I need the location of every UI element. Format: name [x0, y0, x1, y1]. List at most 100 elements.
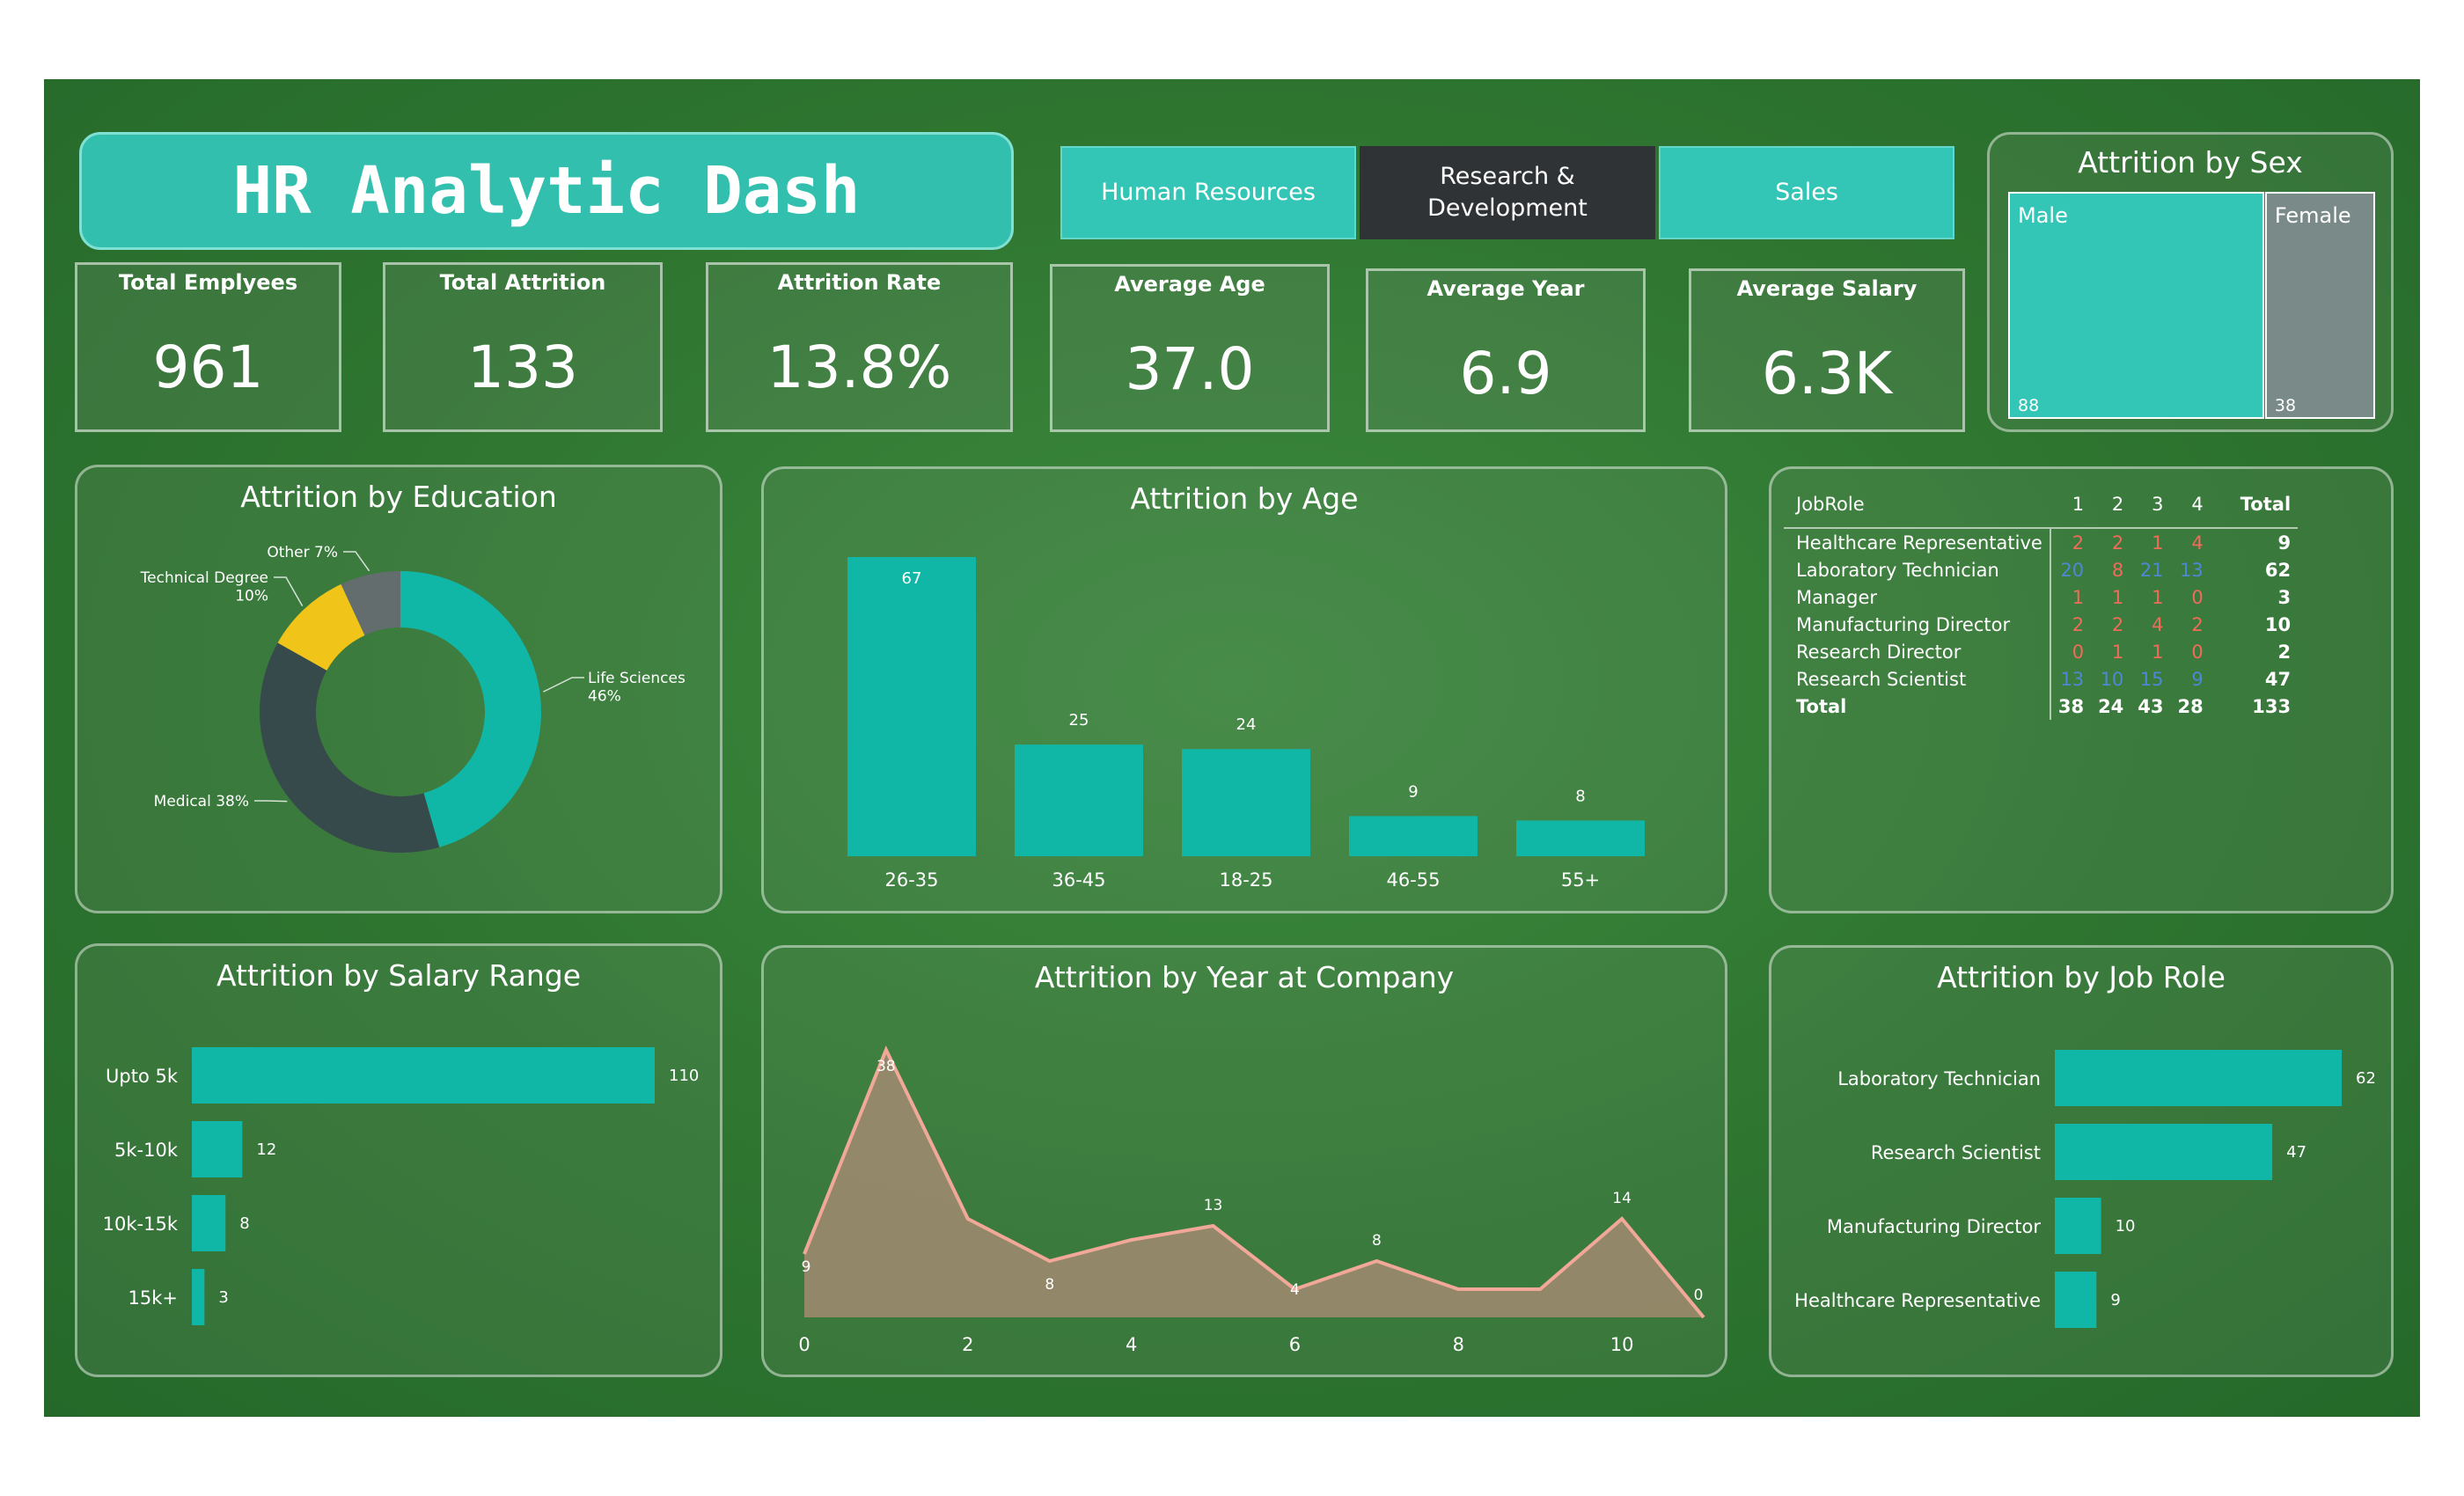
matrix-cell: 0 — [2191, 641, 2204, 663]
matrix-row: Research Scientist 13 10 15 9 47 — [1784, 665, 2298, 693]
salary-chart-card: Attrition by Salary Range 110 Upto 5k 12 5k… — [75, 943, 722, 1377]
sex-tile-value: 88 — [2018, 396, 2039, 415]
kpi-label: Attrition Rate — [777, 270, 942, 295]
kpi-card-total-employees: Total Emplyees 961 — [75, 262, 341, 432]
age-tick-label: 46-55 — [1386, 869, 1440, 891]
age-bar — [1015, 744, 1143, 856]
kpi-label: Total Attrition — [439, 270, 606, 295]
matrix-cell: 1 — [2152, 532, 2164, 554]
sex-chart-card: Attrition by Sex Male 88 Female 38 — [1987, 132, 2394, 432]
year-point-label: 13 — [1204, 1197, 1223, 1214]
matrix-cell: 1 — [2152, 586, 2164, 608]
donut-label: Technical Degree 10% — [140, 569, 268, 605]
salary-category-label: 5k-10k — [114, 1140, 179, 1161]
matrix-header-cell: 3 — [2130, 487, 2171, 529]
donut-leader-line — [254, 800, 288, 803]
age-tick-label: 36-45 — [1052, 869, 1105, 891]
matrix-cell: 2 — [2191, 613, 2204, 635]
kpi-label: Average Age — [1114, 272, 1265, 297]
matrix-cell: 2 — [2072, 532, 2085, 554]
matrix-cell: 4 — [2152, 613, 2164, 635]
age-bar-value: 25 — [1069, 711, 1089, 730]
age-bar-chart: 67 26-35 25 36-45 24 18-25 9 46-55 8 55+ — [847, 557, 1645, 891]
matrix-header-cell: 4 — [2170, 487, 2211, 529]
jobrole-category-label: Research Scientist — [1871, 1142, 2041, 1163]
matrix-cell: 1 — [2111, 586, 2124, 608]
matrix-cell: 21 — [2139, 559, 2164, 581]
sex-tile-value: 38 — [2275, 396, 2296, 415]
salary-bar — [192, 1195, 226, 1251]
year-tick-label: 4 — [1126, 1334, 1137, 1355]
jobrole-matrix-card: JobRole 1 2 3 4 Total Healthcare Representativ… — [1769, 466, 2394, 913]
matrix-cell: 38 — [2057, 695, 2085, 717]
sex-tile-label: Female — [2275, 203, 2351, 228]
year-point-label: 8 — [1045, 1276, 1054, 1294]
jobrole-category-label: Healthcare Representative — [1794, 1290, 2041, 1311]
salary-value: 110 — [669, 1067, 699, 1085]
kpi-label: Average Year — [1426, 276, 1585, 301]
matrix-cell: 0 — [2072, 641, 2085, 663]
kpi-card-average-salary: Average Salary 6.3K — [1689, 268, 1965, 432]
matrix-cell: 0 — [2191, 586, 2204, 608]
matrix-cell: 8 — [2111, 559, 2124, 581]
age-bar — [847, 557, 976, 856]
matrix-cell: 13 — [2060, 668, 2085, 690]
matrix-row: Healthcare Representative 2 2 1 4 9 — [1784, 528, 2298, 556]
kpi-value: 133 — [467, 334, 578, 401]
salary-bar — [192, 1047, 655, 1104]
donut-slice-medical — [260, 642, 440, 853]
jobrole-bar — [2055, 1198, 2101, 1254]
matrix-cell: Total — [1784, 693, 2051, 720]
matrix-cell: 28 — [2177, 695, 2204, 717]
matrix-cell: 2 — [2072, 613, 2085, 635]
year-point-label: 0 — [1694, 1287, 1704, 1304]
education-donut-chart: Life Sciences 46% Medical 38% Technical Deg… — [140, 544, 686, 853]
year-chart-card: Attrition by Year at Company 9 38 8 13 4 8 14 0… — [761, 945, 1727, 1377]
kpi-value: 37.0 — [1125, 335, 1255, 403]
jobrole-bar — [2055, 1124, 2273, 1180]
jobrole-value: 9 — [2110, 1291, 2120, 1309]
jobrole-bar — [2055, 1272, 2097, 1328]
year-tick-label: 10 — [1610, 1334, 1634, 1355]
kpi-value: 13.8% — [766, 334, 952, 401]
age-tick-label: 18-25 — [1219, 869, 1272, 891]
matrix-cell: 24 — [2098, 695, 2124, 717]
jobrole-category-label: Manufacturing Director — [1827, 1216, 2041, 1237]
kpi-card-average-age: Average Age 37.0 — [1050, 264, 1330, 432]
matrix-row: Manufacturing Director 2 2 4 2 10 — [1784, 611, 2298, 638]
dept-button-human-resources[interactable]: Human Resources — [1060, 146, 1356, 239]
matrix-cell: 13 — [2180, 559, 2204, 581]
salary-value: 8 — [239, 1214, 249, 1233]
jobrole-matrix-table: JobRole 1 2 3 4 Total Healthcare Representativ… — [1784, 487, 2299, 720]
matrix-cell: 10 — [2100, 668, 2124, 690]
salary-bar — [192, 1269, 205, 1325]
salary-category-label: 15k+ — [128, 1287, 178, 1309]
matrix-row: Research Director 0 1 1 0 2 — [1784, 638, 2298, 665]
year-area-chart: 9 38 8 13 4 8 14 0 0 2 4 6 8 10 — [798, 1045, 1705, 1355]
age-bar-value: 24 — [1236, 715, 1257, 734]
dept-button-research-development[interactable]: Research & Development — [1360, 146, 1655, 239]
age-bar — [1349, 816, 1478, 856]
kpi-value: 961 — [152, 334, 264, 401]
matrix-cell: 2 — [2277, 641, 2292, 663]
year-tick-label: 2 — [962, 1334, 973, 1355]
dept-button-sales[interactable]: Sales — [1659, 146, 1954, 239]
matrix-cell: Manager — [1784, 583, 2051, 611]
kpi-label: Total Emplyees — [118, 270, 298, 295]
donut-leader-line — [543, 677, 584, 693]
matrix-cell: 43 — [2138, 695, 2164, 717]
year-tick-label: 8 — [1453, 1334, 1464, 1355]
matrix-cell: 20 — [2060, 559, 2085, 581]
age-tick-label: 26-35 — [884, 869, 938, 891]
jobrole-chart-card: Attrition by Job Role 62 Laboratory Techn… — [1769, 945, 2394, 1377]
year-point-label: 4 — [1290, 1281, 1300, 1299]
salary-category-label: 10k-15k — [103, 1214, 179, 1235]
age-bar-value: 9 — [1408, 782, 1418, 801]
matrix-cell: Laboratory Technician — [1784, 556, 2051, 583]
matrix-cell: 15 — [2139, 668, 2164, 690]
matrix-cell: Healthcare Representative — [1784, 528, 2051, 556]
salary-bar-chart: 110 Upto 5k 12 5k-10k 8 10k-15k 3 15k+ — [103, 1047, 699, 1325]
age-bar — [1182, 749, 1310, 856]
matrix-cell: Manufacturing Director — [1784, 611, 2051, 638]
matrix-cell: 2 — [2111, 613, 2124, 635]
